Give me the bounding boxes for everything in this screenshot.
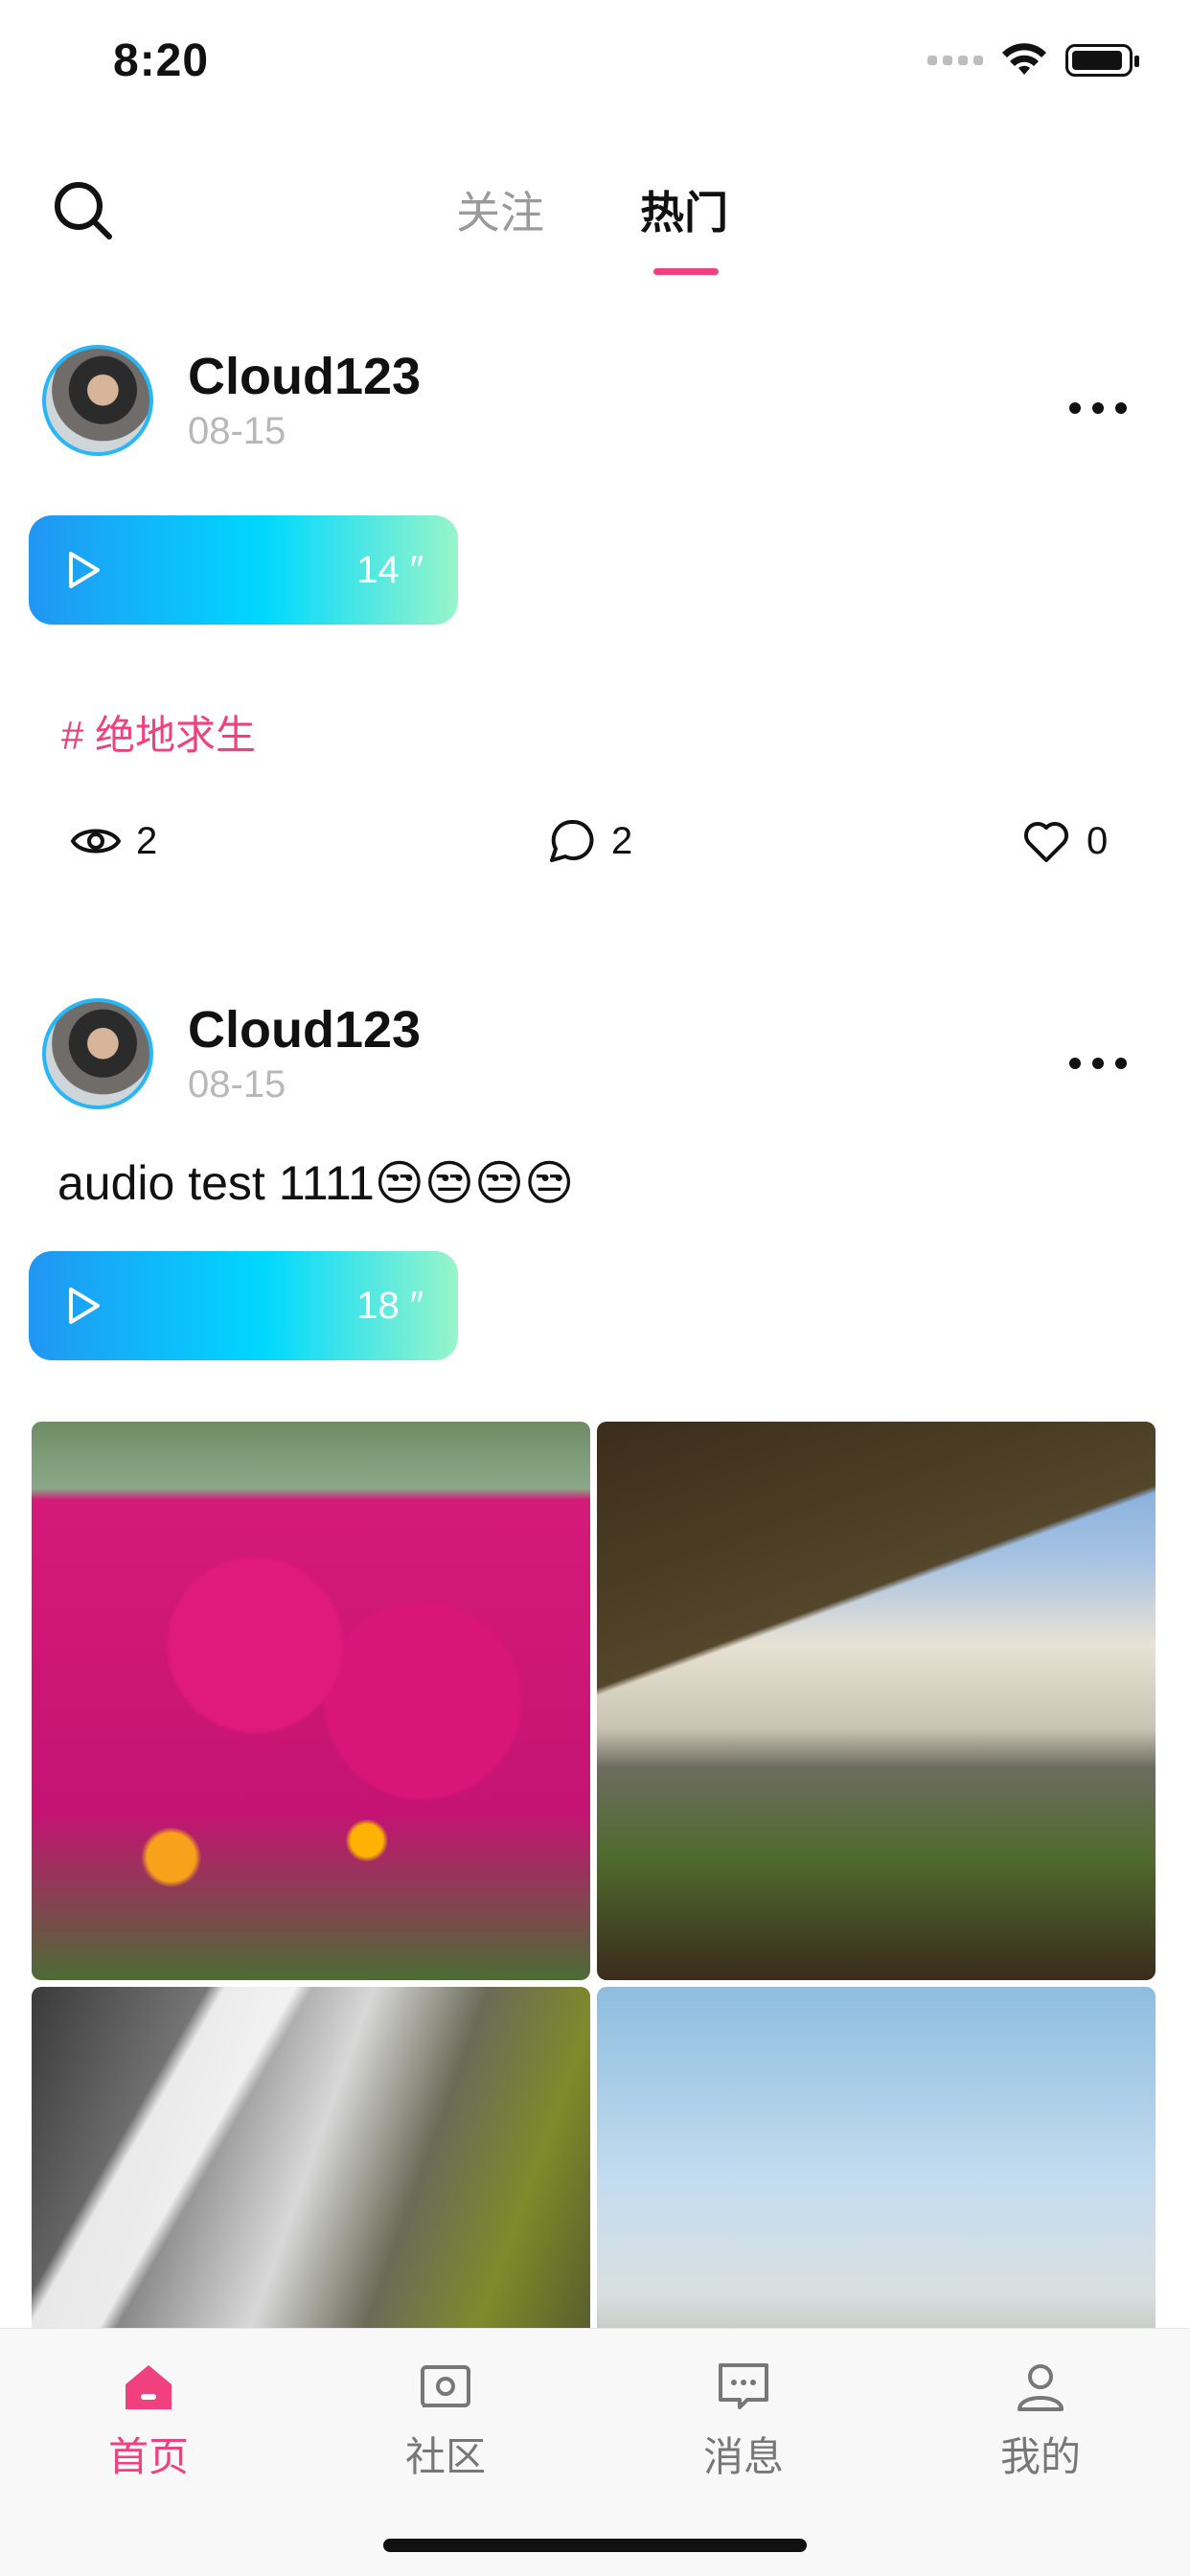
tabbar-item-community[interactable]: 社区: [350, 2358, 541, 2483]
post-text: audio test 1111😒😒😒😒: [57, 1156, 575, 1210]
topic-tag[interactable]: # 绝地求生: [61, 703, 256, 762]
tab-hot[interactable]: 热门: [640, 178, 728, 241]
status-icons: [927, 42, 1139, 79]
active-tab-indicator: [653, 268, 719, 275]
comment-count-value: 2: [611, 819, 633, 862]
more-icon[interactable]: [1069, 1058, 1127, 1071]
signal-icon: [927, 56, 983, 65]
home-icon: [126, 2365, 172, 2409]
tabbar-label: 消息: [702, 2434, 784, 2479]
more-icon[interactable]: [1069, 402, 1127, 416]
status-time: 8:20: [113, 35, 210, 86]
wifi-icon: [1002, 43, 1046, 75]
search-icon[interactable]: [50, 177, 117, 244]
tabbar-label: 首页: [107, 2434, 189, 2479]
profile-icon: [1018, 2364, 1064, 2411]
tabbar-label: 社区: [404, 2434, 486, 2479]
message-icon: [719, 2363, 768, 2409]
post-image-waterfall[interactable]: [597, 1422, 1156, 1980]
audio-player[interactable]: 14 ″: [29, 515, 458, 625]
home-indicator[interactable]: [383, 2539, 807, 2552]
play-icon[interactable]: [63, 550, 103, 590]
tabbar-item-messages[interactable]: 消息: [648, 2358, 839, 2483]
like-count-value: 0: [1087, 819, 1109, 862]
eye-icon: [70, 829, 122, 854]
heart-icon: [1023, 821, 1069, 862]
audio-player[interactable]: 18 ″: [29, 1251, 458, 1360]
tabbar-item-home[interactable]: 首页: [53, 2358, 244, 2483]
battery-icon: [1065, 44, 1139, 77]
like-button[interactable]: 0: [1019, 814, 1108, 868]
community-icon: [421, 2365, 470, 2407]
post-image-flowers[interactable]: [32, 1422, 590, 1980]
comment-icon: [550, 819, 594, 862]
post-username[interactable]: Cloud123: [188, 1000, 421, 1060]
comment-button[interactable]: 2: [544, 814, 632, 868]
tabbar-item-profile[interactable]: 我的: [945, 2358, 1136, 2483]
avatar[interactable]: [42, 345, 153, 456]
audio-duration: 14 ″: [356, 548, 423, 591]
post-date: 08-15: [188, 410, 286, 452]
tabbar-label: 我的: [999, 2434, 1081, 2479]
play-icon[interactable]: [63, 1286, 103, 1326]
audio-duration: 18 ″: [356, 1284, 423, 1327]
avatar[interactable]: [42, 998, 153, 1109]
view-count-value: 2: [136, 819, 158, 862]
post-username[interactable]: Cloud123: [188, 347, 421, 406]
view-count: 2: [69, 814, 157, 868]
post-date: 08-15: [188, 1063, 286, 1106]
tab-follow[interactable]: 关注: [456, 178, 544, 241]
